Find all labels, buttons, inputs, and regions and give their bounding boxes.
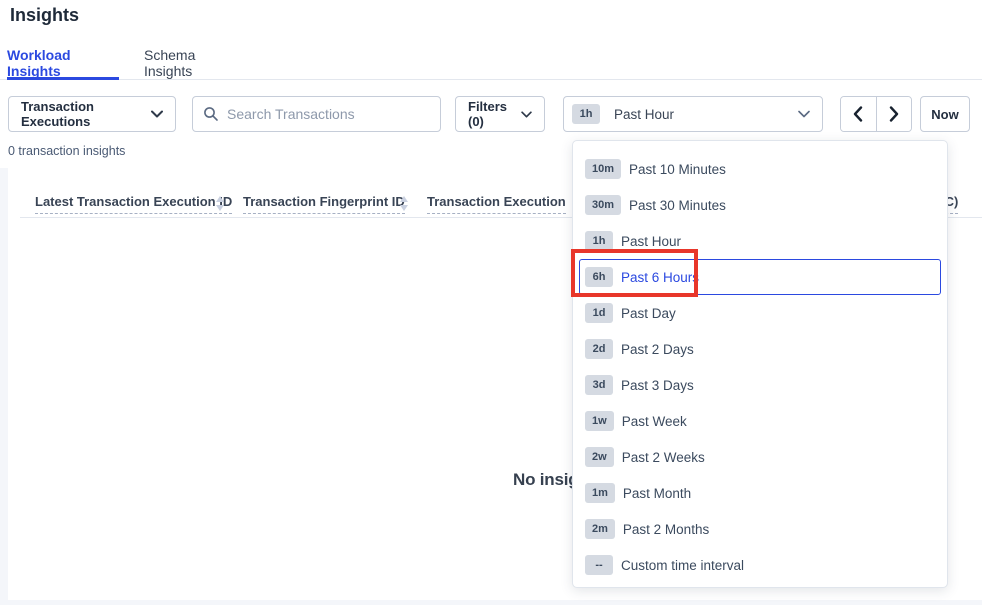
time-option-badge: 2m (585, 519, 615, 539)
search-input[interactable] (227, 106, 427, 122)
time-option-badge: 30m (585, 195, 621, 215)
time-range-select[interactable]: 1h Past Hour (563, 96, 823, 132)
time-option-label: Past 2 Months (623, 522, 709, 537)
time-option-label: Custom time interval (621, 558, 744, 573)
chevron-down-icon (798, 110, 810, 118)
time-option-3d[interactable]: 3d Past 3 Days (579, 367, 941, 403)
execution-type-select[interactable]: Transaction Executions (8, 96, 176, 132)
page-title: Insights (10, 5, 79, 26)
time-option-2d[interactable]: 2d Past 2 Days (579, 331, 941, 367)
time-option-badge: 3d (585, 375, 613, 395)
time-next-button[interactable] (876, 97, 911, 131)
time-option-label: Past 2 Days (621, 342, 694, 357)
time-option-label: Past Day (621, 306, 676, 321)
column-header-label: Transaction Execution (427, 194, 566, 214)
search-icon (203, 106, 219, 122)
tab-workload-insights[interactable]: Workload Insights (7, 47, 119, 80)
page-background-strip (0, 168, 8, 600)
filters-button[interactable]: Filters (0) (455, 96, 545, 132)
time-option-badge: 1h (585, 231, 613, 251)
time-option-label: Past Month (623, 486, 691, 501)
time-interval-list: 10m Past 10 Minutes 30m Past 30 Minutes 1h Pa… (579, 151, 941, 583)
time-option-1m[interactable]: 1m Past Month (579, 475, 941, 511)
time-option-label: Past 6 Hours (621, 270, 699, 285)
sort-icon[interactable] (400, 196, 409, 212)
time-option-label: Past 2 Weeks (622, 450, 705, 465)
time-option-badge: 2d (585, 339, 613, 359)
time-option-badge: 6h (585, 267, 613, 287)
time-range-label: Past Hour (614, 107, 674, 122)
time-option-badge: 1d (585, 303, 613, 323)
time-option-1d[interactable]: 1d Past Day (579, 295, 941, 331)
time-option-label: Past 10 Minutes (629, 162, 726, 177)
column-header-label: Latest Transaction Execution ID (35, 194, 232, 214)
time-option-badge: -- (585, 555, 613, 575)
time-option-badge: 1m (585, 483, 615, 503)
column-header-transaction-execution[interactable]: Transaction Execution (427, 194, 566, 214)
time-option-badge: 2w (585, 447, 614, 467)
time-option-1w[interactable]: 1w Past Week (579, 403, 941, 439)
column-header-transaction-fingerprint-id[interactable]: Transaction Fingerprint ID (243, 194, 405, 214)
time-option-1h[interactable]: 1h Past Hour (579, 223, 941, 259)
time-option-badge: 1w (585, 411, 614, 431)
chevron-down-icon (151, 110, 163, 118)
time-option-2m[interactable]: 2m Past 2 Months (579, 511, 941, 547)
search-box (192, 96, 441, 132)
time-option-label: Past 30 Minutes (629, 198, 726, 213)
time-option-label: Past 3 Days (621, 378, 694, 393)
column-header-label: Transaction Fingerprint ID (243, 194, 405, 214)
time-option-10m[interactable]: 10m Past 10 Minutes (579, 151, 941, 187)
chevron-right-icon (889, 106, 899, 122)
chevron-down-icon (521, 111, 532, 118)
tab-schema-insights[interactable]: Schema Insights (144, 47, 244, 80)
sort-icon[interactable] (216, 196, 225, 212)
time-nav-group (840, 96, 912, 132)
tabs-bar: Workload Insights Schema Insights (0, 44, 982, 80)
time-range-badge: 1h (572, 104, 600, 124)
time-option-label: Past Week (622, 414, 687, 429)
time-option-2w[interactable]: 2w Past 2 Weeks (579, 439, 941, 475)
time-option-custom[interactable]: -- Custom time interval (579, 547, 941, 583)
page-background-strip (0, 600, 982, 605)
chevron-left-icon (853, 106, 863, 122)
time-option-30m[interactable]: 30m Past 30 Minutes (579, 187, 941, 223)
insights-page: Insights Workload Insights Schema Insigh… (0, 0, 982, 605)
now-button[interactable]: Now (920, 96, 970, 132)
execution-type-label: Transaction Executions (21, 99, 151, 129)
column-header-latest-transaction-execution-id[interactable]: Latest Transaction Execution ID (35, 194, 232, 214)
filters-label: Filters (0) (468, 99, 521, 129)
time-prev-button[interactable] (841, 97, 876, 131)
time-option-badge: 10m (585, 159, 621, 179)
time-interval-dropdown: 10m Past 10 Minutes 30m Past 30 Minutes 1h Pa… (572, 140, 948, 588)
time-option-6h[interactable]: 6h Past 6 Hours (579, 259, 941, 295)
insights-count: 0 transaction insights (8, 144, 125, 158)
time-option-label: Past Hour (621, 234, 681, 249)
